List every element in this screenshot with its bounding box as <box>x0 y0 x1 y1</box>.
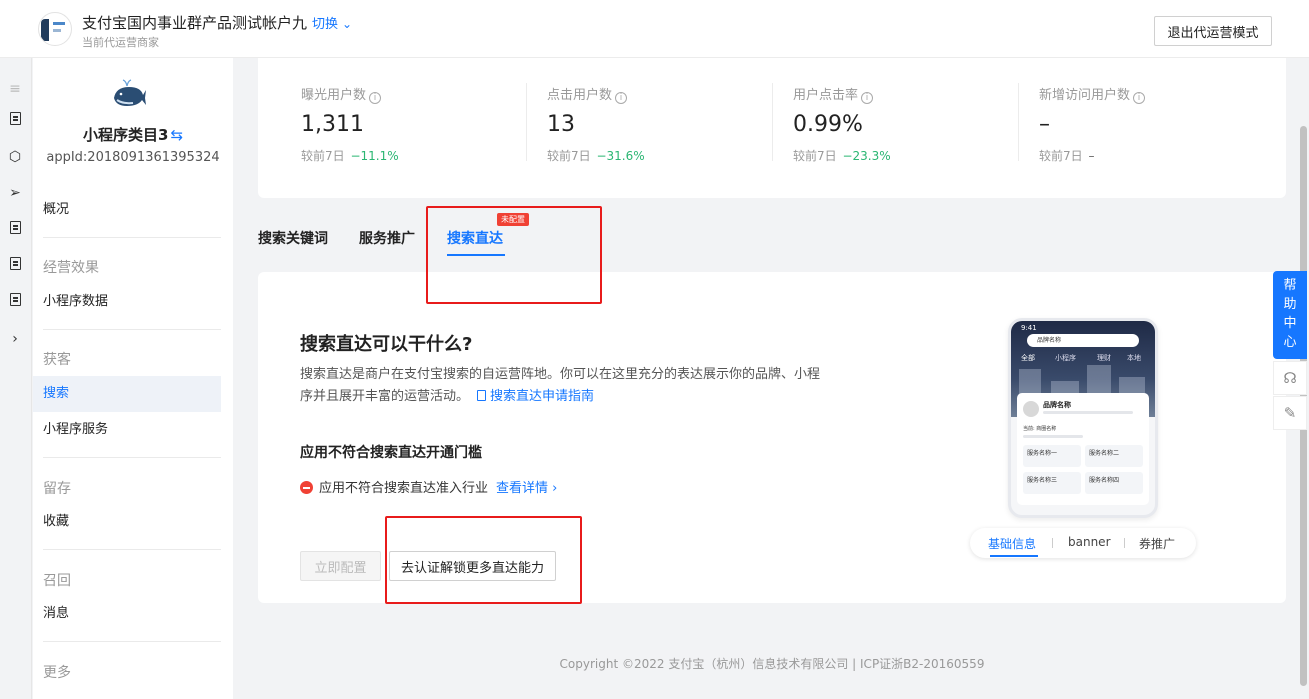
divider <box>526 83 527 161</box>
stats-card: 曝光用户数 i 1,311 较前7日 −11.1% 点击用户数 i 13 较前7日 … <box>258 58 1286 198</box>
phone-brand-card: 品牌名称 当前: 商圈名称 服务名称一 服务名称二 服务名称三 服务名称四 <box>1017 393 1149 505</box>
stat-value: 1,311 <box>301 112 364 137</box>
stat-click-rate: 用户点击率 i 0.99% 较前7日 −23.3% <box>793 84 1013 164</box>
divider <box>43 549 221 550</box>
preview-tabs: 基础信息 banner 券推广 <box>970 528 1196 558</box>
sidebar-item-overview[interactable]: 概况 <box>33 192 221 228</box>
phone-preview: 9:41 品牌名称 全部 小程序 理财 本地 品牌名称 当前: 商圈名称 服务名… <box>1008 318 1158 518</box>
sidebar-item-search[interactable]: 搜索 <box>33 376 221 412</box>
configure-now-button[interactable]: 立即配置 <box>300 551 381 581</box>
footer-copyright: Copyright ©2022 支付宝（杭州）信息技术有限公司 | ICP证浙B… <box>559 657 985 671</box>
highlight-box <box>426 206 602 304</box>
stat-delta: −23.3% <box>842 149 891 163</box>
preview-tab-basic[interactable]: 基础信息 <box>988 535 1036 552</box>
sidebar-item-mp-data[interactable]: 小程序数据 <box>33 284 221 320</box>
help-center-label[interactable]: 帮助中心 <box>1283 276 1297 352</box>
account-name: 支付宝国内事业群产品测试帐户九 <box>82 14 308 32</box>
document-icon[interactable] <box>6 293 24 311</box>
stat-exposure-users: 曝光用户数 i 1,311 较前7日 −11.1% <box>301 84 521 164</box>
cube-icon[interactable]: ⬡ <box>6 148 24 166</box>
help-center-button[interactable]: 帮助中心 <box>1273 271 1307 359</box>
phone-search-bar: 品牌名称 <box>1027 334 1139 347</box>
info-icon[interactable]: i <box>615 92 628 104</box>
sidebar-group-acquire: 获客 <box>43 352 71 368</box>
stat-click-users: 点击用户数 i 13 较前7日 −31.6% <box>547 84 767 164</box>
chevron-right-icon[interactable]: › <box>6 330 24 348</box>
avatar <box>1023 401 1039 417</box>
mini-program-name[interactable]: 小程序类目3 ⇆ <box>33 124 233 145</box>
tab-search-keywords[interactable]: 搜索关键词 <box>258 228 328 248</box>
divider <box>43 237 221 238</box>
info-icon[interactable]: i <box>1133 92 1146 104</box>
chevron-right-icon: › <box>552 481 558 496</box>
document-icon[interactable] <box>6 221 24 239</box>
sidebar-group-retain: 留存 <box>43 481 71 497</box>
customer-service-icon[interactable]: ☊ <box>1273 361 1307 395</box>
active-tab-indicator <box>990 555 1038 557</box>
switch-account-link[interactable]: 切换 ⌄ <box>312 13 352 32</box>
preview-tab-banner[interactable]: banner <box>1068 535 1111 549</box>
document-icon[interactable] <box>6 257 24 275</box>
edit-icon[interactable]: ✎ <box>1273 396 1307 430</box>
highlight-box <box>385 516 582 604</box>
send-icon[interactable]: ➢ <box>6 184 24 202</box>
sidebar-item-favorite[interactable]: 收藏 <box>33 504 221 540</box>
view-details-link[interactable]: 查看详情 › <box>496 481 557 496</box>
divider <box>1018 83 1019 161</box>
whale-icon <box>114 79 146 106</box>
stat-delta: – <box>1088 149 1095 163</box>
secondary-sidebar: 小程序类目3 ⇆ appId:2018091361395324 概况 经营效果 小… <box>33 58 233 699</box>
tab-service-promo[interactable]: 服务推广 <box>359 228 415 248</box>
divider <box>43 457 221 458</box>
menu-icon[interactable]: ≡ <box>6 80 24 98</box>
app-id: appId:2018091361395324 <box>46 150 220 165</box>
error-minus-icon <box>300 481 313 494</box>
sidebar-group-more: 更多 <box>43 665 71 681</box>
stat-value: – <box>1039 112 1050 137</box>
document-icon <box>477 390 487 401</box>
sidebar-group-effect: 经营效果 <box>43 260 99 276</box>
preview-tab-coupon[interactable]: 券推广 <box>1139 535 1175 552</box>
section-title: 搜索直达可以干什么? <box>300 334 473 355</box>
section-description: 搜索直达是商户在支付宝搜索的自运营阵地。你可以在这里充分的表达展示你的品牌、小程… <box>300 367 821 404</box>
sidebar-group-recall: 召回 <box>43 573 71 589</box>
exit-agent-mode-button[interactable]: 退出代运营模式 <box>1154 16 1272 46</box>
icon-rail: ≡ ⬡ ➢ › <box>0 58 32 699</box>
info-icon[interactable]: i <box>861 92 874 104</box>
stat-delta: −31.6% <box>596 149 645 163</box>
document-icon[interactable] <box>6 112 24 130</box>
divider <box>43 641 221 642</box>
eligibility-warning: 应用不符合搜索直达准入行业 查看详情 › <box>300 477 557 496</box>
merchant-logo <box>38 12 72 46</box>
info-icon[interactable]: i <box>369 92 382 104</box>
divider <box>772 83 773 161</box>
divider <box>43 329 221 330</box>
account-subtitle: 当前代运营商家 <box>82 36 159 49</box>
stat-delta: −11.1% <box>350 149 399 163</box>
eligibility-title: 应用不符合搜索直达开通门槛 <box>300 445 482 461</box>
chevron-down-icon: ⌄ <box>342 17 353 31</box>
swap-icon[interactable]: ⇆ <box>170 126 183 144</box>
stat-new-visitors: 新增访问用户数 i – 较前7日 – <box>1039 84 1259 164</box>
apply-guide-link[interactable]: 搜索直达申请指南 <box>477 389 594 404</box>
sidebar-item-mp-service[interactable]: 小程序服务 <box>33 412 221 448</box>
top-header: 支付宝国内事业群产品测试帐户九 切换 ⌄ 当前代运营商家 退出代运营模式 <box>0 0 1309 58</box>
sidebar-item-message[interactable]: 消息 <box>33 596 221 632</box>
stat-value: 13 <box>547 112 575 137</box>
stat-value: 0.99% <box>793 112 863 137</box>
